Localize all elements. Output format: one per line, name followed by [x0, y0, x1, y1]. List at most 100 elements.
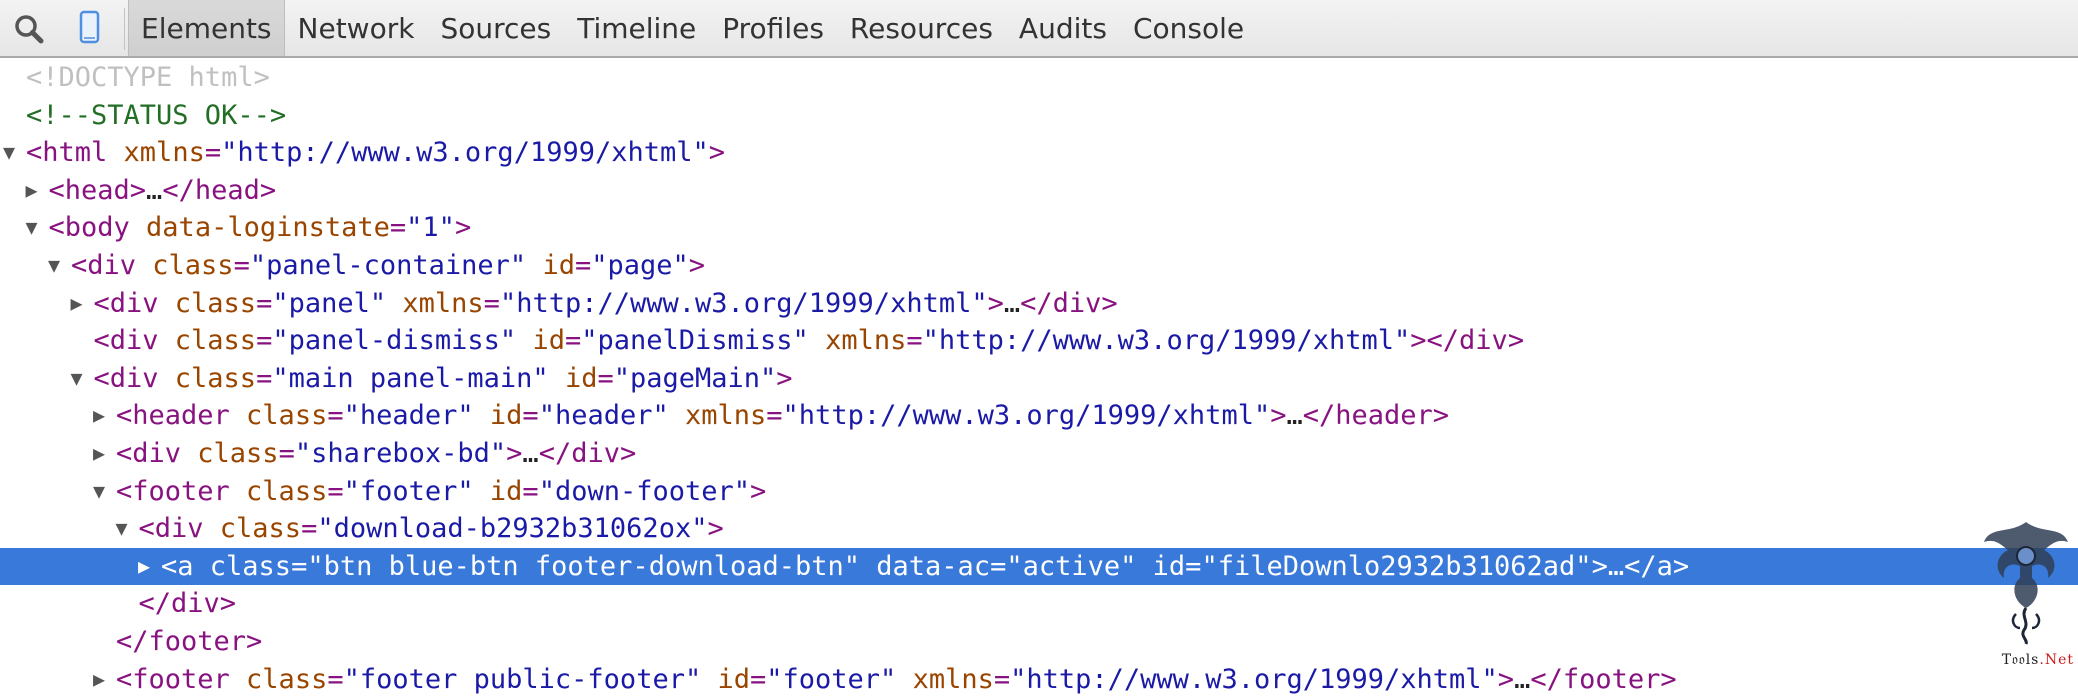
dom-node-markup: <footer class="footer public-footer" id=… — [116, 661, 1677, 698]
tag-token — [669, 400, 685, 431]
dom-node-markup: <header class="header" id="header" xmlns… — [116, 397, 1449, 435]
tab-timeline[interactable]: Timeline — [564, 0, 709, 56]
doctype-line[interactable]: <!DOCTYPE html> — [0, 59, 2078, 97]
text-token: … — [1286, 400, 1302, 431]
tag-token: > — [776, 363, 792, 394]
collapsed-triangle-icon[interactable]: ▶ — [135, 548, 153, 586]
tag-token: = — [565, 325, 581, 356]
comment-text: <!--STATUS OK--> — [26, 97, 286, 135]
expanded-triangle-icon[interactable]: ▼ — [68, 360, 86, 398]
dom-node-markup: <head>…</head> — [49, 172, 277, 210]
dom-node-line[interactable]: ▼<footer class="footer" id="down-footer"… — [0, 473, 2078, 511]
dom-node-line[interactable]: ▼<body data-loginstate="1"> — [0, 209, 2078, 247]
collapsed-triangle-icon[interactable]: ▶ — [90, 397, 108, 435]
tag-token: <head> — [49, 175, 147, 206]
tab-elements[interactable]: Elements — [128, 0, 285, 56]
attr-value-token: "download-b2932b31062ox" — [317, 513, 707, 544]
dragon-logo-icon — [1980, 516, 2072, 666]
dom-node-line[interactable]: ▶<header class="header" id="header" xmln… — [0, 397, 2078, 435]
tag-token — [1136, 551, 1152, 582]
expanded-triangle-icon[interactable]: ▼ — [113, 510, 131, 548]
attr-value-token: "down-footer" — [539, 476, 750, 507]
tag-token: = — [327, 476, 343, 507]
attr-value-token: "pageMain" — [614, 363, 777, 394]
dom-node-markup: </footer> — [116, 623, 262, 661]
dom-node-line[interactable]: ▶<footer class="footer public-footer" id… — [0, 661, 2078, 698]
tab-profiles[interactable]: Profiles — [709, 0, 837, 56]
collapsed-triangle-icon[interactable]: ▶ — [90, 661, 108, 698]
attr-value-token: "fileDownlo2932b31062ad" — [1201, 551, 1591, 582]
tag-token: <div — [94, 363, 175, 394]
attr-value-token: "header" — [344, 400, 474, 431]
tab-audits[interactable]: Audits — [1006, 0, 1120, 56]
tag-token: <a — [161, 551, 210, 582]
tag-token: </footer> — [116, 626, 262, 657]
attr-name-token: id — [717, 664, 750, 695]
expanded-triangle-icon[interactable]: ▼ — [45, 247, 63, 285]
attr-value-token: "http://www.w3.org/1999/xhtml" — [221, 137, 709, 168]
tag-token: = — [279, 438, 295, 469]
tag-token: = — [522, 476, 538, 507]
tab-resources[interactable]: Resources — [837, 0, 1006, 56]
attr-name-token: class — [246, 664, 327, 695]
device-mode-icon[interactable] — [64, 0, 114, 56]
dom-node-markup: <body data-loginstate="1"> — [49, 209, 472, 247]
attr-name-token: id — [1153, 551, 1186, 582]
comment-line[interactable]: <!--STATUS OK--> — [0, 97, 2078, 135]
attr-name-token: id — [565, 363, 598, 394]
dom-node-line[interactable]: <div class="panel-dismiss" id="panelDism… — [0, 322, 2078, 360]
tag-token: > — [1498, 664, 1514, 695]
dom-node-markup: <div class="panel-container" id="page"> — [71, 247, 705, 285]
tag-token: = — [291, 551, 307, 582]
attr-name-token: class — [152, 250, 233, 281]
panel-tabs: ElementsNetworkSourcesTimelineProfilesRe… — [128, 0, 1257, 56]
tag-token — [526, 250, 542, 281]
dom-node-markup: <div class="main panel-main" id="pageMai… — [94, 360, 793, 398]
attr-name-token: xmlns — [124, 137, 205, 168]
dom-node-line[interactable]: </div> — [0, 585, 2078, 623]
tag-token: = — [990, 551, 1006, 582]
dom-node-line[interactable]: ▼<html xmlns="http://www.w3.org/1999/xht… — [0, 134, 2078, 172]
attr-name-token: data-loginstate — [146, 212, 390, 243]
tag-token — [701, 664, 717, 695]
expanded-triangle-icon[interactable]: ▼ — [23, 209, 41, 247]
doctype-text: <!DOCTYPE html> — [26, 59, 270, 97]
attr-name-token: id — [490, 476, 523, 507]
collapsed-triangle-icon[interactable]: ▶ — [68, 285, 86, 323]
tag-token: = — [256, 288, 272, 319]
dom-node-line[interactable]: ▼<div class="main panel-main" id="pageMa… — [0, 360, 2078, 398]
tag-token: = — [205, 137, 221, 168]
tag-token: <footer — [116, 476, 246, 507]
tab-network[interactable]: Network — [285, 0, 428, 56]
expanded-triangle-icon[interactable]: ▼ — [90, 473, 108, 511]
dom-node-line[interactable]: </footer> — [0, 623, 2078, 661]
dom-node-line[interactable]: ▶<head>…</head> — [0, 172, 2078, 210]
tag-token: > — [750, 476, 766, 507]
attr-value-token: "page" — [591, 250, 689, 281]
tab-console[interactable]: Console — [1120, 0, 1257, 56]
tab-sources[interactable]: Sources — [427, 0, 564, 56]
devtools-toolbar: ElementsNetworkSourcesTimelineProfilesRe… — [0, 0, 2078, 58]
attr-name-token: id — [532, 325, 565, 356]
text-token: … — [146, 175, 162, 206]
expanded-triangle-icon[interactable]: ▼ — [0, 134, 18, 172]
dom-node-line[interactable]: ▶<div class="panel" xmlns="http://www.w3… — [0, 285, 2078, 323]
attr-value-token: "http://www.w3.org/1999/xhtml" — [923, 325, 1411, 356]
tag-token: = — [766, 400, 782, 431]
attr-value-token: "1" — [406, 212, 455, 243]
tag-token: <body — [49, 212, 147, 243]
tag-token — [860, 551, 876, 582]
tag-token: <div — [94, 288, 175, 319]
selected-dom-node[interactable]: ▶<a class="btn blue-btn footer-download-… — [0, 548, 2078, 586]
dom-node-line[interactable]: ▼<div class="download-b2932b31062ox"> — [0, 510, 2078, 548]
attr-value-token: "active" — [1006, 551, 1136, 582]
attr-name-token: class — [175, 325, 256, 356]
tag-token: <footer — [116, 664, 246, 695]
collapsed-triangle-icon[interactable]: ▶ — [90, 435, 108, 473]
collapsed-triangle-icon[interactable]: ▶ — [23, 172, 41, 210]
tag-token — [516, 325, 532, 356]
attr-name-token: id — [542, 250, 575, 281]
search-icon[interactable] — [4, 0, 54, 56]
dom-node-line[interactable]: ▼<div class="panel-container" id="page"> — [0, 247, 2078, 285]
dom-node-line[interactable]: ▶<div class="sharebox-bd">…</div> — [0, 435, 2078, 473]
